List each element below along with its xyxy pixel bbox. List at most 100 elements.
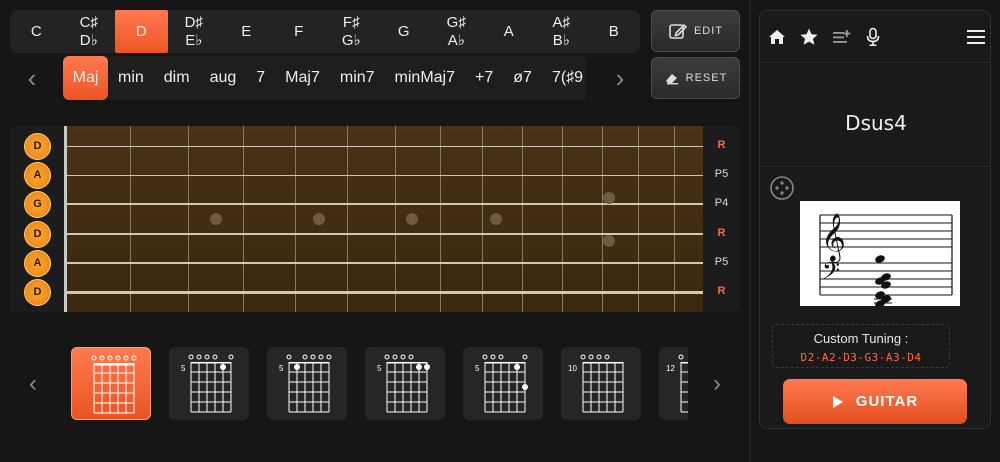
- fret-wire: [395, 126, 396, 312]
- chord-shape-card[interactable]: [71, 347, 151, 420]
- interval-label: P5: [714, 256, 729, 268]
- chord-shape-card[interactable]: 5: [267, 347, 347, 420]
- shape-fret-label: 12: [666, 364, 675, 373]
- panel-divider: [749, 0, 751, 462]
- notation-toggle-icon[interactable]: [769, 175, 795, 201]
- quality-button[interactable]: min: [108, 56, 154, 100]
- chord-shape-card[interactable]: 5: [365, 347, 445, 420]
- open-string-note[interactable]: D: [24, 132, 51, 160]
- quality-scroll-left-icon[interactable]: ‹: [10, 56, 54, 100]
- quality-button[interactable]: ø7: [503, 56, 542, 100]
- key-button[interactable]: G♯ A♭: [430, 10, 483, 53]
- quality-button[interactable]: dim: [154, 56, 200, 100]
- quality-button[interactable]: 7(♯9: [542, 56, 587, 100]
- open-string-note[interactable]: D: [24, 278, 51, 306]
- chord-name: Dsus4: [845, 111, 907, 135]
- tuning-box[interactable]: Custom Tuning : D2-A2-D3-G3-A3-D4: [772, 324, 950, 368]
- quality-button[interactable]: minMaj7: [385, 56, 465, 100]
- key-label: C: [30, 22, 42, 40]
- reset-button[interactable]: RESET: [651, 57, 740, 99]
- chord-shape-list: 5 5 5 5 10 12: [71, 347, 688, 421]
- key-button[interactable]: A: [483, 10, 536, 53]
- open-string-note[interactable]: A: [24, 161, 51, 189]
- quality-button[interactable]: Maj: [63, 56, 108, 100]
- play-guitar-button[interactable]: GUITAR: [783, 379, 967, 424]
- fret-inlay-marker: [313, 213, 325, 225]
- key-button[interactable]: A♯ B♭: [535, 10, 588, 53]
- key-label: C♯: [79, 13, 98, 31]
- key-button[interactable]: C♯ D♭: [63, 10, 116, 53]
- fret-wire: [638, 126, 639, 312]
- fret-inlay-marker: [406, 213, 418, 225]
- fret-wire: [674, 126, 675, 312]
- nut: [64, 126, 67, 312]
- quality-selector: ‹ Maj min dim aug 7 Maj7 min7 minMaj7 +7 ø7 7(♯9 ›: [10, 56, 640, 100]
- key-label: A♯: [552, 13, 570, 31]
- quality-button[interactable]: 7: [246, 56, 275, 100]
- interval-label: R: [717, 139, 726, 151]
- fret-wire: [188, 126, 189, 312]
- shape-fret-label: 5: [279, 364, 284, 373]
- chord-shape-card[interactable]: 10: [561, 347, 641, 420]
- edit-label: EDIT: [693, 25, 724, 37]
- fret-wire: [440, 126, 441, 312]
- key-button[interactable]: B: [588, 10, 641, 53]
- open-string-note[interactable]: G: [24, 190, 51, 218]
- shape-fret-label: 5: [181, 364, 186, 373]
- home-icon[interactable]: [765, 25, 789, 49]
- menu-icon[interactable]: [964, 25, 988, 49]
- chord-info-panel: Dsus4 𝄞 𝄢 Custom Tuning : D2-A2-D3-G3-A3-…: [759, 10, 991, 429]
- key-label: B: [608, 22, 619, 40]
- star-icon[interactable]: [797, 25, 821, 49]
- fretboard[interactable]: D R A P5 G P4 D R A P5 D R: [10, 126, 740, 312]
- open-string-note[interactable]: A: [24, 249, 51, 277]
- key-label: D: [135, 22, 147, 40]
- fret-wire: [347, 126, 348, 312]
- key-button[interactable]: F♯ G♭: [325, 10, 378, 53]
- fret-wire: [562, 126, 563, 312]
- key-label: G: [397, 22, 410, 40]
- microphone-icon[interactable]: [861, 25, 885, 49]
- fret-wire: [522, 126, 523, 312]
- chord-shape-card[interactable]: 12: [659, 347, 688, 420]
- key-label: E: [241, 22, 252, 40]
- open-string-note[interactable]: D: [24, 220, 51, 248]
- key-button[interactable]: G: [378, 10, 431, 53]
- guitar-string: [66, 261, 703, 265]
- interval-label: P5: [714, 168, 729, 180]
- tuning-label: Custom Tuning :: [813, 331, 909, 346]
- quality-scroll-right-icon[interactable]: ›: [598, 56, 642, 100]
- edit-icon: [669, 23, 688, 39]
- fret-wire: [602, 126, 603, 312]
- key-label: D♯: [184, 13, 203, 31]
- shapes-scroll-left-icon[interactable]: ‹: [18, 362, 48, 406]
- key-button[interactable]: D: [115, 10, 168, 53]
- key-button[interactable]: E: [220, 10, 273, 53]
- chord-shape-card[interactable]: 5: [169, 347, 249, 420]
- key-selector: C C♯ D♭ D D♯ E♭ E F F♯ G♭ G G♯ A♭ A A♯ B♭ B: [10, 10, 640, 53]
- fret-wire: [482, 126, 483, 312]
- key-button[interactable]: C: [10, 10, 63, 53]
- fret-wire: [130, 126, 131, 312]
- quality-button[interactable]: Maj7: [275, 56, 330, 100]
- quality-button[interactable]: aug: [200, 56, 247, 100]
- reset-label: RESET: [685, 72, 728, 84]
- shape-fret-label: 5: [475, 364, 480, 373]
- chord-shape-card[interactable]: 5: [463, 347, 543, 420]
- quality-list[interactable]: Maj min dim aug 7 Maj7 min7 minMaj7 +7 ø7 7(♯9: [63, 56, 587, 100]
- edit-button[interactable]: EDIT: [651, 10, 740, 52]
- staff-svg: 𝄞𝄢: [819, 212, 953, 308]
- panel-separator: [760, 166, 990, 167]
- fret-wire: [243, 126, 244, 312]
- playlist-icon[interactable]: [829, 25, 853, 49]
- guitar-string: [66, 174, 703, 176]
- key-button[interactable]: D♯ E♭: [168, 10, 221, 53]
- guitar-string: [66, 290, 703, 294]
- shapes-scroll-right-icon[interactable]: ›: [702, 362, 732, 406]
- svg-text:𝄢: 𝄢: [822, 257, 840, 290]
- key-alt-label: A♭: [447, 31, 465, 49]
- quality-button[interactable]: min7: [330, 56, 385, 100]
- key-label: G♯: [446, 13, 466, 31]
- quality-button[interactable]: +7: [465, 56, 503, 100]
- key-button[interactable]: F: [273, 10, 326, 53]
